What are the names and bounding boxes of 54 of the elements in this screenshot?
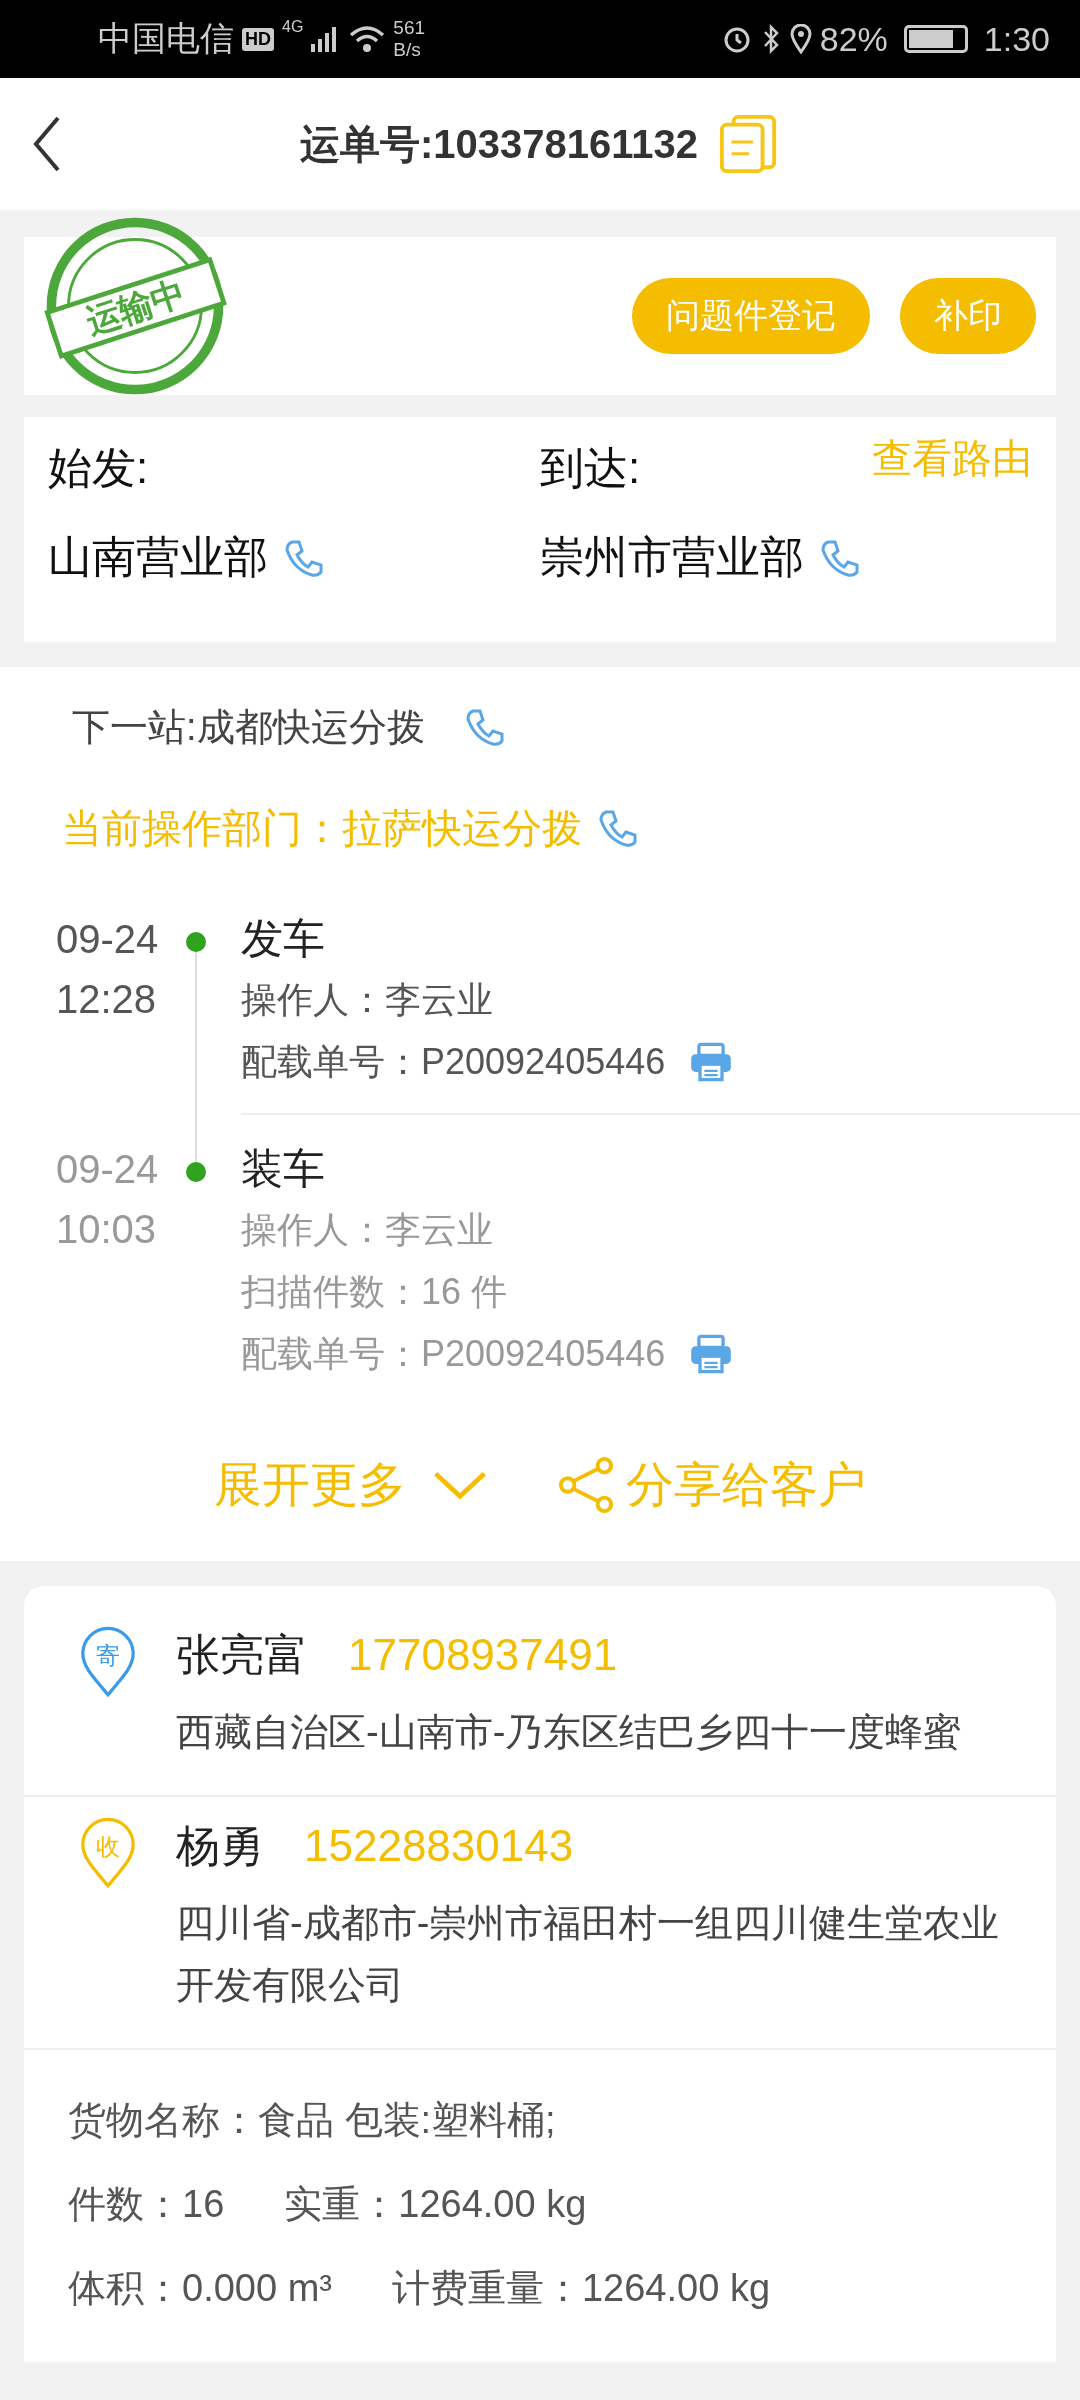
contact-address: 四川省-成都市-崇州市福田村一组四川健生堂农业开发有限公司	[176, 1901, 1001, 2008]
origin-label: 始发:	[48, 442, 150, 494]
pin-label: 寄	[96, 1641, 120, 1669]
current-department: 当前操作部门：拉萨快运分拨	[62, 804, 582, 852]
share-link[interactable]: 分享给客户	[558, 1453, 866, 1517]
event-time: 12:28	[56, 976, 158, 1023]
network-type: 4G	[282, 18, 304, 36]
event-date: 09-24	[56, 916, 160, 963]
printer-icon[interactable]	[689, 1042, 734, 1082]
clock: 1:30	[983, 19, 1050, 59]
share-icon	[558, 1456, 616, 1514]
action-button[interactable]: 问题件登记	[632, 278, 870, 354]
battery-percent: 82%	[819, 19, 888, 59]
hd-badge: HD	[242, 27, 274, 51]
event-detail: 操作人：李云业	[241, 978, 493, 1022]
next-station: 下一站:成都快运分拨	[72, 704, 425, 750]
contact-phone[interactable]: 15228830143	[304, 1821, 574, 1871]
event-title: 发车	[241, 914, 326, 964]
destination-branch: 崇州市营业部	[540, 531, 804, 583]
carrier-name: 中国电信	[98, 18, 234, 59]
pin-label: 收	[96, 1832, 120, 1860]
view-route-link[interactable]: 查看路由	[872, 431, 1032, 486]
cargo-info: 体积：0.000 m³	[68, 2266, 332, 2311]
back-icon[interactable]	[32, 114, 62, 174]
cargo-info: 实重：1264.00 kg	[284, 2182, 587, 2227]
stamp-text: 运输中	[81, 273, 190, 342]
network-speed: 561 B/s	[393, 17, 426, 61]
event-title: 装车	[241, 1144, 326, 1194]
cargo-info: 计费重量：1264.00 kg	[391, 2266, 771, 2311]
phone-icon[interactable]	[464, 707, 505, 747]
destination-label: 到达:	[540, 442, 641, 494]
waybill-title: 运单号:103378161132	[299, 120, 699, 168]
event-detail: 配载单号：P20092405446	[241, 1332, 666, 1376]
contact-phone[interactable]: 17708937491	[348, 1630, 618, 1680]
event-date: 09-24	[56, 1146, 160, 1193]
origin-branch: 山南营业部	[48, 531, 268, 583]
battery-icon	[903, 25, 968, 53]
event-time: 10:03	[56, 1206, 158, 1253]
printer-icon[interactable]	[689, 1334, 734, 1374]
contact-name: 张亮富	[176, 1629, 308, 1681]
cargo-info: 件数：16	[68, 2182, 225, 2227]
timeline-dot	[186, 1162, 206, 1182]
location-icon	[789, 24, 812, 54]
contact-name: 杨勇	[176, 1820, 264, 1872]
phone-icon[interactable]	[598, 808, 638, 848]
event-detail: 操作人：李云业	[241, 1208, 493, 1252]
action-button[interactable]: 补印	[900, 278, 1036, 354]
cargo-info: 货物名称：食品 包装:塑料桶;	[68, 2098, 556, 2143]
event-detail: 配载单号：P20092405446	[241, 1040, 666, 1084]
expand-more-link[interactable]: 展开更多	[214, 1453, 488, 1517]
event-detail: 扫描件数：16 件	[241, 1270, 508, 1314]
timeline-dot	[186, 932, 206, 952]
wifi-icon	[349, 25, 386, 53]
contact-address: 西藏自治区-山南市-乃东区结巴乡四十一度蜂蜜	[176, 1710, 962, 1755]
